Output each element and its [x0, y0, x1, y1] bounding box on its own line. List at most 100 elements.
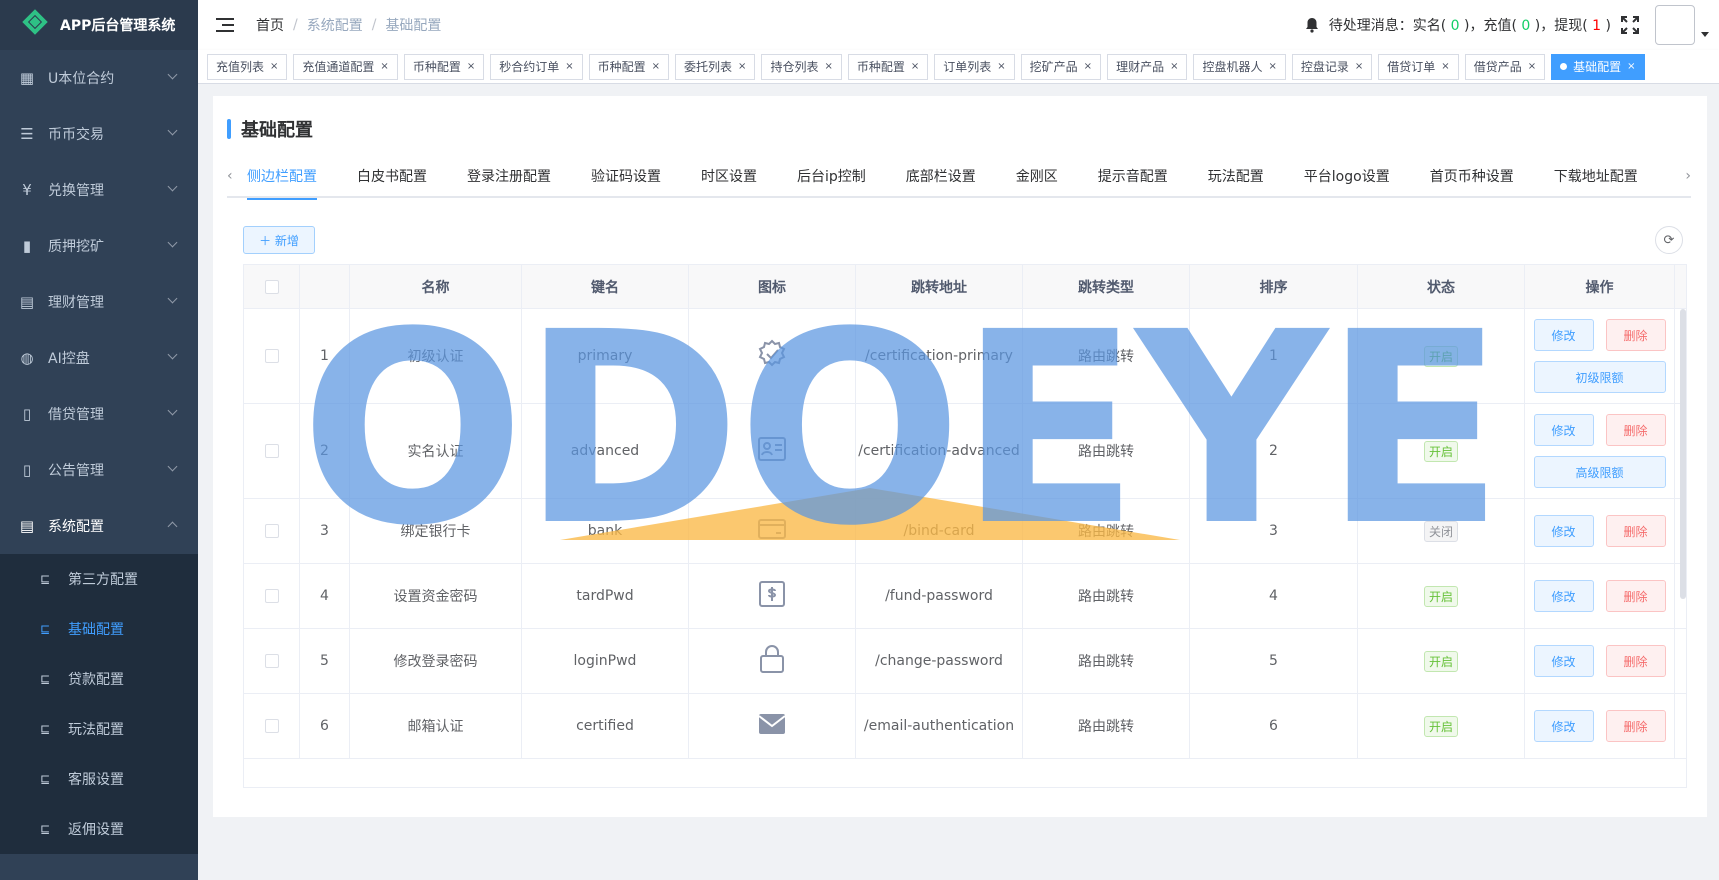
tag-item[interactable]: 秒合约订单 ×	[490, 53, 583, 80]
hamburger-icon[interactable]	[216, 18, 234, 32]
breadcrumb-home[interactable]: 首页	[256, 15, 284, 35]
row-type: 路由跳转	[1023, 694, 1190, 758]
tag-item[interactable]: 基础配置 ×	[1551, 53, 1645, 80]
tag-label: 理财产品	[1116, 60, 1165, 74]
close-icon[interactable]: ×	[1528, 61, 1536, 72]
close-icon[interactable]: ×	[738, 61, 746, 72]
close-icon[interactable]: ×	[1627, 61, 1635, 72]
close-icon[interactable]: ×	[824, 61, 832, 72]
sidebar-item[interactable]: ☰ 币币交易	[0, 106, 198, 162]
close-icon[interactable]: ×	[1268, 61, 1276, 72]
tag-item[interactable]: 理财产品 ×	[1107, 53, 1188, 80]
submenu-item[interactable]: ⊑ 基础配置	[0, 604, 198, 654]
close-icon[interactable]: ×	[911, 61, 919, 72]
row-checkbox[interactable]	[264, 719, 279, 733]
sidebar-item[interactable]: ▦ U本位合约	[0, 50, 198, 106]
tab-item[interactable]: 后台ip控制	[777, 156, 886, 198]
pending-notice[interactable]: 待处理消息：实名( 0 )，充值( 0 )，提现( 1 )	[1329, 15, 1611, 35]
submenu-item[interactable]: ⊑ 第三方配置	[0, 554, 198, 604]
tag-item[interactable]: 借贷产品 ×	[1464, 53, 1546, 80]
edit-button[interactable]: 修改	[1533, 319, 1594, 351]
tag-item[interactable]: 币种配置 ×	[847, 53, 929, 80]
tag-item[interactable]: 控盘记录 ×	[1291, 53, 1373, 80]
limit-button[interactable]: 初级限额	[1533, 361, 1666, 393]
submenu-item[interactable]: ⊑ 客服设置	[0, 754, 198, 804]
submenu-item[interactable]: ⊑ 贷款配置	[0, 654, 198, 704]
table-scrollbar[interactable]	[1680, 309, 1686, 599]
sidebar-item[interactable]: ▤ 理财管理	[0, 274, 198, 330]
close-icon[interactable]: ×	[1441, 61, 1449, 72]
tag-item[interactable]: 挖矿产品 ×	[1020, 53, 1102, 80]
edit-button[interactable]: 修改	[1533, 710, 1594, 742]
sidebar-item[interactable]: ▯ 公告管理	[0, 442, 198, 498]
delete-button[interactable]: 删除	[1605, 515, 1666, 547]
tab-item[interactable]: 首页币种设置	[1410, 156, 1534, 198]
tab-item[interactable]: 登录注册配置	[447, 156, 571, 198]
tag-item[interactable]: 订单列表 ×	[934, 53, 1015, 80]
close-icon[interactable]: ×	[467, 61, 475, 72]
submenu-item[interactable]: ⊑ 返佣设置	[0, 804, 198, 854]
tag-item[interactable]: 币种配置 ×	[403, 53, 485, 80]
tag-item[interactable]: 持仓列表 ×	[761, 53, 842, 80]
tab-item[interactable]: 验证码设置	[571, 156, 681, 198]
tag-item[interactable]: 充值列表 ×	[207, 53, 288, 80]
delete-button[interactable]: 删除	[1605, 645, 1666, 677]
limit-button[interactable]: 高级限额	[1533, 456, 1666, 488]
caret-down-icon[interactable]	[1701, 31, 1709, 37]
tab-item[interactable]: 平台logo设置	[1284, 156, 1410, 198]
edit-button[interactable]: 修改	[1533, 580, 1594, 612]
tab-item[interactable]: 时区设置	[681, 156, 777, 198]
edit-button[interactable]: 修改	[1533, 645, 1594, 677]
close-icon[interactable]: ×	[1170, 61, 1178, 72]
sidebar-item[interactable]: ¥ 兑换管理	[0, 162, 198, 218]
sidebar-item[interactable]: ▯ 借贷管理	[0, 386, 198, 442]
select-all-checkbox[interactable]	[264, 279, 279, 294]
row-checkbox[interactable]	[264, 589, 279, 603]
add-button[interactable]: ＋ 新增	[243, 226, 315, 254]
tab-item[interactable]: 下载地址配置	[1534, 156, 1658, 198]
chevron-left-icon[interactable]: ‹	[227, 168, 233, 184]
sidebar-item[interactable]: ◍ AI控盘	[0, 330, 198, 386]
app-logo[interactable]: APP后台管理系统	[0, 0, 198, 50]
sidebar-item[interactable]: ▤ 系统配置	[0, 498, 198, 554]
bell-icon[interactable]	[1305, 17, 1319, 33]
tag-item[interactable]: 币种配置 ×	[588, 53, 670, 80]
row-checkbox[interactable]	[264, 349, 279, 363]
delete-button[interactable]: 删除	[1605, 710, 1666, 742]
delete-button[interactable]: 删除	[1605, 319, 1666, 351]
close-icon[interactable]: ×	[1355, 61, 1363, 72]
close-icon[interactable]: ×	[997, 61, 1005, 72]
row-checkbox[interactable]	[264, 524, 279, 538]
delete-button[interactable]: 删除	[1605, 580, 1666, 612]
fullscreen-icon[interactable]	[1621, 16, 1639, 34]
close-icon[interactable]: ×	[652, 61, 660, 72]
tab-item[interactable]: 底部栏设置	[886, 156, 996, 198]
bank-card-icon	[756, 513, 788, 549]
close-icon[interactable]: ×	[565, 61, 573, 72]
submenu-item[interactable]: ⊑ 玩法配置	[0, 704, 198, 754]
chevron-right-icon[interactable]: ›	[1685, 168, 1691, 184]
close-icon[interactable]: ×	[380, 61, 388, 72]
tab-item[interactable]: 侧边栏配置	[247, 156, 337, 200]
tree-icon: ⊑	[40, 722, 51, 736]
close-icon[interactable]: ×	[270, 61, 278, 72]
tag-item[interactable]: 委托列表 ×	[675, 53, 756, 80]
avatar[interactable]	[1655, 5, 1695, 45]
config-table: 名称 键名 图标 跳转地址 跳转类型 排序 状态 操作 1 初级认证 primary/certif…	[243, 264, 1687, 788]
row-checkbox[interactable]	[264, 654, 279, 668]
close-icon[interactable]: ×	[1084, 61, 1092, 72]
sidebar-item[interactable]: ▮ 质押挖矿	[0, 218, 198, 274]
tag-item[interactable]: 充值通道配置 ×	[293, 53, 398, 80]
tab-item[interactable]: 玩法配置	[1188, 156, 1284, 198]
delete-button[interactable]: 删除	[1605, 414, 1666, 446]
tab-item[interactable]: 白皮书配置	[337, 156, 447, 198]
row-checkbox[interactable]	[264, 444, 279, 458]
tab-item[interactable]: 金刚区	[996, 156, 1078, 198]
tag-item[interactable]: 借贷订单 ×	[1378, 53, 1459, 80]
table-row: 2 实名认证 advanced/certification-advanced 路由跳转…	[244, 404, 1686, 499]
edit-button[interactable]: 修改	[1533, 515, 1594, 547]
tag-item[interactable]: 控盘机器人 ×	[1193, 53, 1286, 80]
edit-button[interactable]: 修改	[1533, 414, 1594, 446]
tab-item[interactable]: 提示音配置	[1078, 156, 1188, 198]
refresh-icon[interactable]: ⟳	[1655, 226, 1683, 254]
